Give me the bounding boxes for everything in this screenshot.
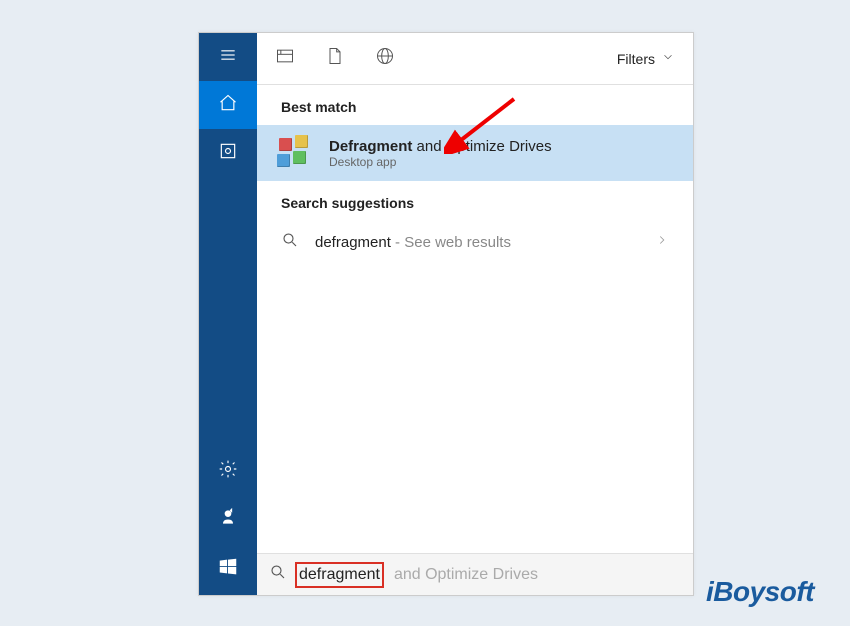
best-match-subtitle: Desktop app bbox=[329, 155, 552, 169]
hamburger-icon bbox=[218, 45, 238, 70]
search-typed-text: defragment bbox=[295, 562, 384, 588]
apps-filter-icon[interactable] bbox=[275, 46, 295, 71]
best-match-text: Defragment and Optimize Drives Desktop a… bbox=[329, 138, 552, 169]
home-button[interactable] bbox=[199, 81, 257, 129]
defrag-app-icon bbox=[277, 135, 313, 171]
watermark: iBoysoft bbox=[706, 576, 814, 608]
menu-button[interactable] bbox=[199, 33, 257, 81]
chevron-right-icon bbox=[655, 233, 669, 252]
chevron-down-icon bbox=[661, 50, 675, 67]
suggestions-header: Search suggestions bbox=[257, 181, 693, 221]
search-icon bbox=[269, 563, 287, 586]
best-match-result[interactable]: Defragment and Optimize Drives Desktop a… bbox=[257, 125, 693, 181]
settings-button[interactable] bbox=[199, 447, 257, 495]
search-toolbar: Filters bbox=[257, 33, 693, 85]
feedback-icon bbox=[218, 507, 238, 532]
home-icon bbox=[218, 93, 238, 118]
web-filter-icon[interactable] bbox=[375, 46, 395, 71]
filters-label: Filters bbox=[617, 51, 655, 67]
gear-icon bbox=[218, 459, 238, 484]
best-match-header: Best match bbox=[257, 85, 693, 125]
gallery-button[interactable] bbox=[199, 129, 257, 177]
windows-icon bbox=[217, 556, 239, 583]
suggestion-text: defragment - See web results bbox=[315, 234, 511, 251]
best-match-title-rest: and Optimize Drives bbox=[412, 138, 551, 155]
left-rail bbox=[199, 33, 257, 595]
feedback-button[interactable] bbox=[199, 495, 257, 543]
gallery-icon bbox=[218, 141, 238, 166]
best-match-title-bold: Defragment bbox=[329, 138, 412, 155]
search-autocomplete-ghost: and Optimize Drives bbox=[394, 566, 538, 584]
documents-filter-icon[interactable] bbox=[325, 46, 345, 71]
search-main: Filters Best match Defragment and Optimi… bbox=[257, 33, 693, 595]
search-icon bbox=[281, 231, 299, 254]
search-input-bar[interactable]: defragment and Optimize Drives bbox=[257, 553, 693, 595]
start-button[interactable] bbox=[199, 543, 257, 595]
suggestion-item[interactable]: defragment - See web results bbox=[257, 221, 693, 264]
start-search-panel: Filters Best match Defragment and Optimi… bbox=[198, 32, 694, 596]
filters-dropdown[interactable]: Filters bbox=[617, 50, 675, 67]
